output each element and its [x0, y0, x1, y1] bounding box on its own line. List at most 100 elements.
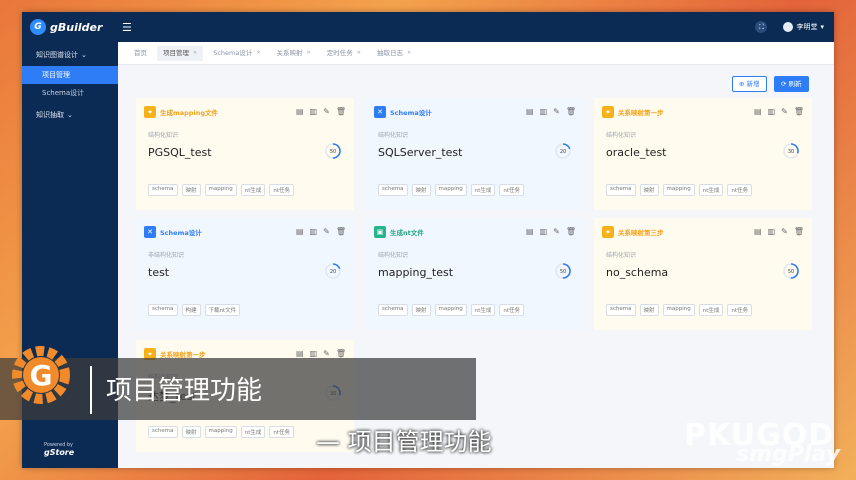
delete-icon[interactable]: 🗑 — [336, 349, 346, 358]
close-icon[interactable]: ✕ — [193, 46, 197, 61]
doc-icon[interactable]: ▥ — [540, 227, 548, 236]
step-chip[interactable]: schema — [148, 184, 178, 196]
fullscreen-icon[interactable]: ⛶ — [755, 21, 768, 33]
doc-icon[interactable]: ▥ — [310, 227, 318, 236]
step-chip[interactable]: 映射 — [639, 184, 659, 196]
edit-icon[interactable]: ✎ — [553, 227, 560, 236]
step-chip[interactable]: 映射 — [639, 304, 659, 316]
step-chip[interactable]: 映射 — [411, 304, 431, 316]
view-icon[interactable]: ▤ — [754, 227, 762, 236]
step-chip[interactable]: schema — [606, 184, 636, 196]
step-chip[interactable]: nt任务 — [727, 304, 753, 316]
delete-icon[interactable]: 🗑 — [336, 227, 346, 236]
sidebar-group-extraction[interactable]: 知识抽取 ⌄ — [22, 102, 118, 126]
doc-icon[interactable]: ▥ — [768, 227, 776, 236]
card-steps: schema 映射 mapping nt生成 nt任务 — [606, 184, 753, 196]
delete-icon[interactable]: 🗑 — [794, 227, 804, 236]
step-chip[interactable]: mapping — [204, 426, 237, 438]
step-chip[interactable]: 构建 — [181, 304, 201, 316]
edit-icon[interactable]: ✎ — [781, 227, 788, 236]
step-chip[interactable]: 映射 — [181, 184, 201, 196]
step-chip[interactable]: schema — [378, 304, 408, 316]
overlay-divider — [90, 366, 92, 414]
close-icon[interactable]: ✕ — [307, 46, 311, 61]
logo-icon: G — [30, 19, 46, 35]
step-chip[interactable]: schema — [148, 426, 178, 438]
project-card[interactable]: ✕ Schema设计 ▤ ▥ ✎ 🗑 非结构化知识 test 20 schema… — [136, 218, 354, 330]
svg-text:50: 50 — [560, 269, 566, 275]
doc-icon[interactable]: ▥ — [768, 107, 776, 116]
step-chip[interactable]: mapping — [204, 184, 237, 196]
step-chip[interactable]: nt任务 — [499, 304, 525, 316]
step-chip[interactable]: nt任务 — [269, 184, 295, 196]
tab-scheduled-tasks[interactable]: 定时任务 ✕ — [321, 46, 367, 61]
close-icon[interactable]: ✕ — [357, 46, 361, 61]
view-icon[interactable]: ▤ — [526, 107, 534, 116]
delete-icon[interactable]: 🗑 — [566, 107, 576, 116]
step-chip[interactable]: nt任务 — [727, 184, 753, 196]
view-icon[interactable]: ▤ — [296, 349, 304, 358]
step-chip[interactable]: nt生成 — [240, 426, 266, 438]
sidebar-group-kg-design[interactable]: 知识图谱设计 ⌄ — [22, 42, 118, 66]
sidebar-item-project-mgmt[interactable]: 项目管理 — [22, 66, 118, 84]
avatar — [783, 22, 794, 32]
tab-extraction-log[interactable]: 抽取日志 ✕ — [371, 46, 417, 61]
tab-project-mgmt[interactable]: 项目管理 ✕ — [157, 45, 204, 61]
stage-icon: ▣ — [374, 226, 386, 238]
tab-label: 关系映射 — [276, 48, 303, 57]
doc-icon[interactable]: ▥ — [310, 349, 318, 358]
delete-icon[interactable]: 🗑 — [336, 107, 346, 116]
user-menu[interactable]: 李明堂 ▾ — [783, 22, 824, 32]
edit-icon[interactable]: ✎ — [781, 107, 788, 116]
progress-ring: 50 — [555, 263, 571, 279]
refresh-button[interactable]: ⟳ 刷新 — [774, 76, 809, 92]
step-chip[interactable]: mapping — [662, 184, 695, 196]
step-chip[interactable]: mapping — [662, 304, 695, 316]
app-logo: G gBuilder — [22, 12, 118, 42]
project-card[interactable]: ✕ Schema设计 ▤ ▥ ✎ 🗑 结构化知识 SQLServer_test … — [366, 98, 584, 210]
edit-icon[interactable]: ✎ — [323, 227, 330, 236]
doc-icon[interactable]: ▥ — [310, 107, 318, 116]
tab-schema-design[interactable]: Schema设计 ✕ — [207, 46, 266, 61]
step-chip[interactable]: nt生成 — [698, 184, 724, 196]
step-chip[interactable]: mapping — [434, 184, 467, 196]
step-chip[interactable]: schema — [606, 304, 636, 316]
step-chip[interactable]: 映射 — [411, 184, 431, 196]
tab-relation-mapping[interactable]: 关系映射 ✕ — [271, 46, 317, 61]
card-type: 结构化知识 — [378, 132, 409, 139]
view-icon[interactable]: ▤ — [526, 227, 534, 236]
sidebar-item-schema-design[interactable]: Schema设计 — [22, 84, 118, 102]
project-card[interactable]: ⌖ 关系映射第一步 ▤ ▥ ✎ 🗑 结构化知识 oracle_test 30 s… — [594, 98, 812, 210]
doc-icon[interactable]: ▥ — [540, 107, 548, 116]
step-chip[interactable]: schema — [378, 184, 408, 196]
step-chip[interactable]: nt生成 — [470, 184, 496, 196]
view-icon[interactable]: ▤ — [296, 227, 304, 236]
menu-toggle-icon[interactable]: ☰ — [122, 21, 132, 34]
card-title: SQLServer_test — [378, 146, 463, 159]
edit-icon[interactable]: ✎ — [553, 107, 560, 116]
edit-icon[interactable]: ✎ — [323, 107, 330, 116]
close-icon[interactable]: ✕ — [407, 46, 411, 61]
project-card[interactable]: ⌖ 生成mapping文件 ▤ ▥ ✎ 🗑 结构化知识 PGSQL_test 5… — [136, 98, 354, 210]
step-chip[interactable]: nt生成 — [240, 184, 266, 196]
step-chip[interactable]: 映射 — [181, 426, 201, 438]
delete-icon[interactable]: 🗑 — [566, 227, 576, 236]
close-icon[interactable]: ✕ — [256, 46, 260, 61]
delete-icon[interactable]: 🗑 — [794, 107, 804, 116]
step-chip[interactable]: 下载nt文件 — [204, 304, 241, 316]
view-icon[interactable]: ▤ — [296, 107, 304, 116]
project-card[interactable]: ⌖ 关系映射第三步 ▤ ▥ ✎ 🗑 结构化知识 no_schema 50 sch… — [594, 218, 812, 330]
step-chip[interactable]: nt任务 — [269, 426, 295, 438]
tab-label: 抽取日志 — [376, 48, 403, 57]
new-button[interactable]: ⊕ 新增 — [732, 76, 767, 92]
tab-home[interactable]: 首页 — [128, 46, 153, 61]
edit-icon[interactable]: ✎ — [323, 349, 330, 358]
step-chip[interactable]: nt生成 — [698, 304, 724, 316]
view-icon[interactable]: ▤ — [754, 107, 762, 116]
project-card[interactable]: ▣ 生成nt文件 ▤ ▥ ✎ 🗑 结构化知识 mapping_test 50 s… — [366, 218, 584, 330]
step-chip[interactable]: nt任务 — [499, 184, 525, 196]
step-chip[interactable]: schema — [148, 304, 178, 316]
step-chip[interactable]: nt生成 — [470, 304, 496, 316]
step-chip[interactable]: mapping — [434, 304, 467, 316]
stage-icon: ✕ — [374, 106, 386, 118]
